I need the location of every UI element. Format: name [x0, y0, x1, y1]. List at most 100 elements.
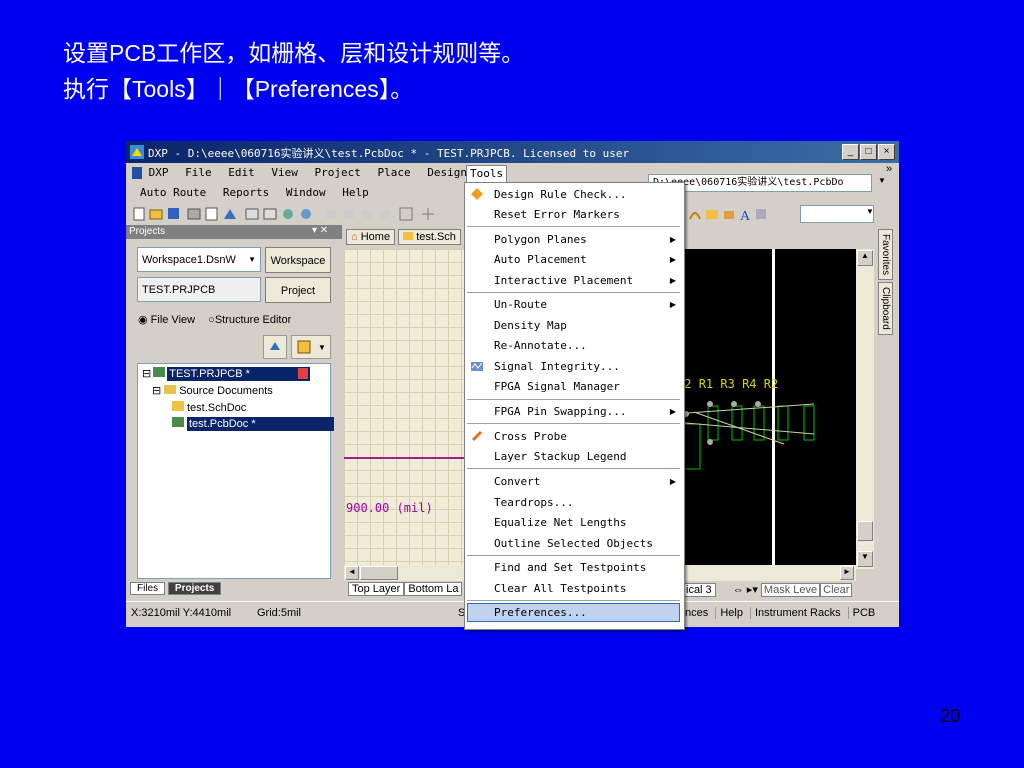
- menu-place[interactable]: Place: [377, 166, 410, 179]
- chevron-down-icon[interactable]: ▼: [866, 207, 874, 216]
- project-tree: ⊟ TEST.PRJPCB * ⊟ Source Documents test.Sc…: [137, 363, 334, 579]
- menu-file[interactable]: File: [185, 166, 212, 179]
- menu-separator: [467, 468, 680, 469]
- scroll-up-icon[interactable]: ▲: [857, 250, 873, 266]
- layer-tab-mask[interactable]: Mask Leve: [760, 583, 821, 597]
- toolbar-icons: [133, 207, 434, 221]
- menu-item-equalize-net-lengths[interactable]: Equalize Net Lengths: [494, 516, 626, 529]
- menu-item-convert[interactable]: Convert: [494, 475, 540, 488]
- project-options-icon[interactable]: ▼: [291, 335, 331, 359]
- menu-dxp[interactable]: DXP: [149, 166, 169, 179]
- menu-auto-route[interactable]: Auto Route: [140, 186, 206, 199]
- workspace-button[interactable]: Workspace: [265, 247, 331, 273]
- menu-item-fpga-signal-manager[interactable]: FPGA Signal Manager: [494, 380, 620, 393]
- status-grid: Grid:5mil: [257, 607, 302, 619]
- menu-separator: [467, 423, 680, 424]
- compile-icon[interactable]: [263, 335, 287, 359]
- schdoc-tab[interactable]: test.Sch: [398, 229, 461, 245]
- vertical-scrollbar[interactable]: ▲ ▼: [856, 249, 874, 569]
- menu-tools[interactable]: Tools: [466, 165, 508, 183]
- menu-bar-row2: Auto Route Reports Window Help: [140, 186, 379, 199]
- chevron-down-icon[interactable]: ▼: [248, 248, 256, 272]
- tree-item-pcbdoc[interactable]: test.PcbDoc *: [172, 417, 334, 431]
- submenu-arrow-icon: ▶: [669, 255, 676, 264]
- slide-heading-line2: 执行【Tools】｜【Preferences】。: [63, 76, 414, 102]
- close-button[interactable]: ×: [878, 144, 895, 160]
- menu-item-preferences[interactable]: Preferences...: [494, 606, 587, 619]
- layer-tabs-left: Top Layer Bottom La: [348, 582, 463, 596]
- workspace-field-value: Workspace1.DsnW: [142, 254, 236, 266]
- menu-item-polygon-planes[interactable]: Polygon Planes: [494, 233, 587, 246]
- menu-item-re-annotate[interactable]: Re-Annotate...: [494, 339, 587, 352]
- footprints: [674, 401, 815, 470]
- schematic-grid: [344, 249, 472, 569]
- page-number: 20: [940, 706, 961, 726]
- scroll-right-icon[interactable]: ►: [840, 566, 854, 580]
- board-edge-line: [344, 457, 472, 459]
- pcb-project-icon: [153, 367, 166, 377]
- layer-tab-mechanical[interactable]: ical 3: [682, 583, 716, 597]
- tree-root[interactable]: ⊟ TEST.PRJPCB *: [142, 367, 310, 381]
- menu-item-layer-stackup-legend[interactable]: Layer Stackup Legend: [494, 450, 626, 463]
- layer-nav-icon[interactable]: ⇔ ▸▾: [733, 584, 758, 596]
- menu-view[interactable]: View: [271, 166, 298, 179]
- favorites-tab[interactable]: Favorites: [878, 229, 893, 281]
- menu-item-find-and-set-testpoints[interactable]: Find and Set Testpoints: [494, 561, 646, 574]
- toolbar-select[interactable]: [800, 205, 874, 223]
- menu-item-un-route[interactable]: Un-Route: [494, 298, 547, 311]
- files-tab[interactable]: Files: [130, 582, 166, 595]
- projects-tab[interactable]: Projects: [167, 582, 222, 595]
- menu-project[interactable]: Project: [315, 166, 361, 179]
- menu-item-density-map[interactable]: Density Map: [494, 319, 567, 332]
- svg-text:▼: ▼: [318, 343, 326, 352]
- menu-item-reset-error-markers[interactable]: Reset Error Markers: [494, 208, 620, 221]
- tree-folder[interactable]: ⊟ Source Documents: [152, 384, 273, 397]
- home-tab[interactable]: ⌂ Home: [346, 229, 396, 245]
- more-menus-icon[interactable]: »: [886, 163, 892, 175]
- pcbdoc-icon: [172, 417, 184, 427]
- layer-tab-bottom[interactable]: Bottom La: [404, 582, 463, 596]
- sheet-icon: [403, 232, 414, 240]
- file-view-radio[interactable]: ◉ File View: [138, 314, 195, 326]
- menu-item-design-rule-check[interactable]: Design Rule Check...: [494, 188, 626, 201]
- menu-window[interactable]: Window: [286, 186, 326, 199]
- chevron-down-icon[interactable]: ▼: [878, 176, 888, 190]
- minimize-button[interactable]: _: [842, 144, 859, 160]
- project-button[interactable]: Project: [265, 277, 331, 303]
- status-pcb[interactable]: PCB: [847, 607, 880, 619]
- menu-edit[interactable]: Edit: [228, 166, 255, 179]
- project-field[interactable]: TEST.PRJPCB: [137, 277, 261, 302]
- layer-tab-top[interactable]: Top Layer: [348, 582, 405, 596]
- document-tabs: ⌂ Home test.Sch: [346, 229, 461, 245]
- document-icon: [298, 368, 308, 379]
- workspace-field[interactable]: Workspace1.DsnW ▼: [137, 247, 261, 272]
- maximize-button[interactable]: □: [860, 144, 877, 160]
- menu-item-interactive-placement[interactable]: Interactive Placement: [494, 274, 633, 287]
- slide-heading-line1: 设置PCB工作区，如栅格、层和设计规则等。: [63, 40, 525, 66]
- status-right-items: nces Help Instrument Racks PCB: [681, 607, 880, 619]
- menu-help[interactable]: Help: [342, 186, 369, 199]
- menu-item-signal-integrity[interactable]: Signal Integrity...: [494, 360, 620, 373]
- h-scroll-thumb[interactable]: [360, 566, 398, 580]
- menu-design[interactable]: Design: [427, 166, 467, 179]
- menu-reports[interactable]: Reports: [223, 186, 269, 199]
- menu-item-cross-probe[interactable]: Cross Probe: [494, 430, 567, 443]
- menu-item-teardrops[interactable]: Teardrops...: [494, 496, 573, 509]
- scroll-down-icon[interactable]: ▼: [857, 551, 873, 567]
- cross-probe-icon: [471, 430, 483, 442]
- status-preferences[interactable]: nces: [681, 607, 712, 619]
- scroll-left-icon[interactable]: ◄: [345, 566, 359, 580]
- status-help[interactable]: Help: [715, 607, 747, 619]
- scroll-thumb[interactable]: [857, 521, 873, 541]
- menu-item-outline-selected-objects[interactable]: Outline Selected Objects: [494, 537, 653, 550]
- status-instrument-racks[interactable]: Instrument Racks: [750, 607, 845, 619]
- structure-editor-radio[interactable]: ○Structure Editor: [208, 314, 291, 326]
- menu-item-clear-all-testpoints[interactable]: Clear All Testpoints: [494, 582, 626, 595]
- clipboard-tab[interactable]: Clipboard: [878, 282, 893, 335]
- label-r2: R2: [763, 377, 779, 391]
- panel-close-icon[interactable]: ▾ ✕: [312, 225, 328, 236]
- menu-item-auto-placement[interactable]: Auto Placement: [494, 253, 587, 266]
- menu-item-fpga-pin-swapping[interactable]: FPGA Pin Swapping...: [494, 405, 626, 418]
- tree-item-schdoc[interactable]: test.SchDoc: [172, 401, 246, 414]
- layer-tab-clear[interactable]: Clear: [820, 583, 853, 597]
